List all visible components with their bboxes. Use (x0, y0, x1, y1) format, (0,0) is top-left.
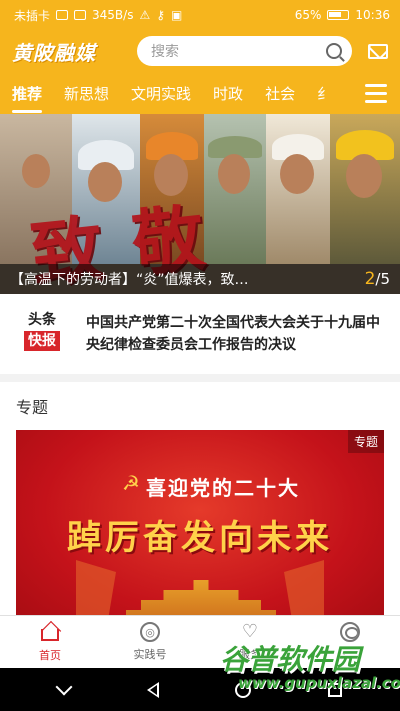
flag-decoration (284, 560, 324, 615)
party-emblem-icon: ☭ (122, 471, 140, 495)
badge-bottom: 快报 (24, 331, 60, 351)
nav-profile[interactable]: 我的 (300, 616, 400, 668)
banner-photo (266, 114, 330, 264)
badge-top: 头条 (28, 312, 56, 328)
battery-text: 65% (294, 8, 322, 22)
banner-carousel[interactable]: 致敬 【高温下的劳动者】“炎”值爆表，致… 2/5 (0, 114, 400, 294)
nav-service[interactable]: ♡ 服务 (200, 616, 300, 668)
hide-keyboard-icon[interactable] (55, 678, 73, 695)
pager-total: /5 (375, 270, 390, 288)
topic-card[interactable]: 专题 ☭ 喜迎党的二十大 踔厉奋发向未来 (16, 430, 384, 615)
warning-icon: ⚠ (139, 8, 151, 22)
back-icon[interactable] (146, 681, 159, 698)
wifi-icon (74, 10, 87, 20)
tiananmen-illustration (126, 580, 276, 615)
app-logo: 黄陂融媒 (12, 40, 96, 65)
network-speed: 345B/s (92, 8, 134, 22)
tab-more-partial[interactable]: 纟 (317, 83, 332, 104)
tab-politics[interactable]: 时政 (213, 83, 243, 104)
tab-new-thought[interactable]: 新思想 (64, 83, 109, 104)
nav-label: 首页 (39, 649, 61, 662)
search-icon[interactable] (326, 43, 342, 59)
banner-caption[interactable]: 【高温下的劳动者】“炎”值爆表，致… (10, 269, 342, 289)
banner-caption-bar: 【高温下的劳动者】“炎”值爆表，致… 2/5 (0, 264, 400, 294)
headline-text[interactable]: 中国共产党第二十次全国代表大会关于十九届中央纪律检查委员会工作报告的决议 (86, 312, 384, 356)
mail-icon[interactable] (368, 43, 388, 59)
flag-decoration (76, 560, 116, 615)
topic-slogan: 踔厉奋发向未来 (67, 518, 333, 558)
pager-current: 2 (364, 269, 376, 289)
sim-icon (56, 10, 69, 20)
menu-icon[interactable] (352, 72, 400, 114)
nav-label: 服务 (239, 648, 261, 661)
category-tabs: 推荐 新思想 文明实践 时政 社会 纟 (0, 72, 400, 114)
search-bar[interactable]: 搜索 (137, 36, 352, 66)
service-icon: ♡ (241, 621, 259, 642)
nav-label: 实践号 (133, 648, 167, 661)
nav-label: 我的 (339, 648, 361, 661)
section-title: 专题 (16, 398, 49, 417)
special-topic-section: 专题 专题 ☭ 喜迎党的二十大 踔厉奋发向未来 (0, 382, 400, 615)
app-header: 黄陂融媒 搜索 (0, 30, 400, 72)
tab-society[interactable]: 社会 (265, 83, 295, 104)
app-screen: 未插卡 345B/s ⚠ ⚷ ▣ 65% 10:36 黄陂融媒 搜索 推荐 新思… (0, 0, 400, 711)
clock: 10:36 (355, 8, 390, 22)
nav-practice[interactable]: ◎ 实践号 (100, 616, 200, 668)
battery-icon (327, 10, 350, 20)
system-nav-bar (0, 668, 400, 711)
home-icon (39, 621, 61, 643)
profile-icon (340, 622, 360, 642)
headline-news[interactable]: 头条 快报 中国共产党第二十次全国代表大会关于十九届中央纪律检查委员会工作报告的… (0, 294, 400, 374)
home-button-icon[interactable] (235, 681, 252, 698)
practice-icon: ◎ (140, 622, 160, 642)
carrier-text: 未插卡 (14, 8, 51, 23)
recent-apps-icon[interactable] (327, 682, 342, 697)
headline-badge: 头条 快报 (24, 311, 60, 357)
tab-recommend[interactable]: 推荐 (12, 83, 43, 113)
topic-tag: 专题 (347, 430, 384, 453)
banner-pager: 2/5 (342, 269, 390, 289)
nav-home[interactable]: 首页 (0, 616, 100, 668)
key-icon: ⚷ (156, 8, 166, 22)
status-bar: 未插卡 345B/s ⚠ ⚷ ▣ 65% 10:36 (0, 0, 400, 30)
banner-photo (330, 114, 400, 264)
tab-civilization-practice[interactable]: 文明实践 (131, 83, 191, 104)
bottom-nav: 首页 ◎ 实践号 ♡ 服务 我的 (0, 615, 400, 668)
search-input[interactable]: 搜索 (151, 41, 326, 61)
notification-icon: ▣ (171, 8, 183, 22)
topic-subtitle: 喜迎党的二十大 (146, 476, 300, 500)
